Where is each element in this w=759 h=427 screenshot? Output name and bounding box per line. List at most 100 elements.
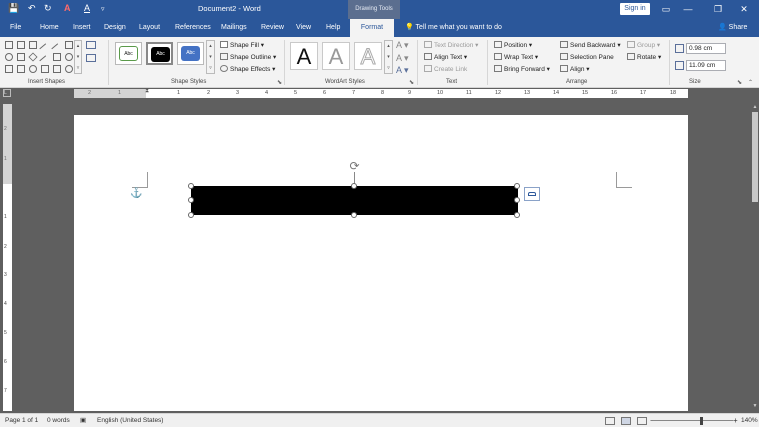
ribbon-display-icon[interactable]: ▭ bbox=[656, 2, 676, 16]
wordart-style-black[interactable]: A bbox=[290, 42, 318, 70]
word-count[interactable]: 0 words bbox=[47, 414, 70, 427]
shape-width-input[interactable]: 11.09 cm bbox=[686, 60, 726, 71]
shape-style-black[interactable]: Abc bbox=[146, 42, 173, 65]
shape-style-blue[interactable]: Abc bbox=[177, 42, 204, 65]
save-icon[interactable]: 💾 bbox=[8, 3, 19, 14]
close-button[interactable]: ✕ bbox=[734, 2, 754, 16]
tab-help[interactable]: Help bbox=[326, 19, 340, 37]
customize-qat-icon[interactable]: ▿ bbox=[101, 5, 105, 13]
wordart-style-gray[interactable]: A bbox=[322, 42, 350, 70]
shape-fill-button[interactable]: Shape Fill ▾ bbox=[220, 41, 264, 49]
text-outline-icon[interactable]: A ▾ bbox=[396, 53, 409, 64]
zoom-slider-thumb[interactable] bbox=[700, 417, 703, 425]
layout-options-icon[interactable] bbox=[524, 187, 540, 201]
shape-rectangle-icon[interactable] bbox=[65, 41, 73, 49]
create-link-button[interactable]: Create Link bbox=[424, 65, 467, 73]
shape-line-icon[interactable] bbox=[39, 43, 51, 55]
text-direction-button[interactable]: Text Direction ▾ bbox=[424, 41, 478, 49]
shape-textbox-icon[interactable] bbox=[5, 41, 13, 49]
indent-marker[interactable]: ⧗ bbox=[145, 88, 149, 95]
shape-styles-scroll[interactable]: ▴ ▾ ▿ bbox=[206, 40, 215, 74]
text-effects-icon[interactable]: A ▾ bbox=[396, 65, 409, 76]
tab-view[interactable]: View bbox=[296, 19, 311, 37]
rotate-handle-icon[interactable]: ⟳ bbox=[348, 160, 361, 173]
shape-rectangle-icon[interactable] bbox=[53, 53, 61, 61]
edit-shape-icon[interactable] bbox=[86, 41, 96, 49]
wrap-text-button[interactable]: Wrap Text ▾ bbox=[494, 53, 538, 61]
shape-star-icon[interactable] bbox=[17, 65, 25, 73]
shape-image-icon[interactable] bbox=[29, 41, 37, 49]
shape-smiley-icon[interactable] bbox=[65, 65, 73, 73]
restore-button[interactable]: ❐ bbox=[708, 2, 728, 16]
resize-handle[interactable] bbox=[188, 183, 194, 189]
proofing-icon[interactable]: ▣ bbox=[80, 414, 86, 427]
dialog-launcher-icon[interactable]: ⬊ bbox=[409, 79, 414, 86]
anchor-icon[interactable]: ⚓ bbox=[130, 188, 142, 199]
print-layout-icon[interactable] bbox=[621, 417, 631, 425]
shape-oval-icon[interactable] bbox=[5, 53, 13, 61]
shape-arrow-icon[interactable] bbox=[5, 65, 13, 73]
shape-rectangle-icon[interactable] bbox=[17, 53, 25, 61]
tab-selector[interactable]: L bbox=[3, 89, 11, 97]
group-button[interactable]: Group ▾ bbox=[627, 41, 660, 49]
scroll-down-icon[interactable]: ▼ bbox=[751, 403, 759, 411]
sign-in-button[interactable]: Sign in bbox=[620, 3, 650, 15]
selection-pane-button[interactable]: Selection Pane bbox=[560, 53, 614, 61]
resize-handle[interactable] bbox=[188, 197, 194, 203]
text-box-icon[interactable] bbox=[86, 54, 96, 62]
shapes-scroll[interactable]: ▴ ▾ ▿ bbox=[74, 40, 82, 74]
resize-handle[interactable] bbox=[351, 212, 357, 218]
tab-design[interactable]: Design bbox=[104, 19, 126, 37]
selected-rectangle-shape[interactable] bbox=[191, 186, 518, 215]
web-layout-icon[interactable] bbox=[637, 417, 647, 425]
shape-brace-icon[interactable] bbox=[53, 65, 61, 73]
resize-handle[interactable] bbox=[514, 212, 520, 218]
shape-effects-button[interactable]: Shape Effects ▾ bbox=[220, 65, 275, 73]
align-text-button[interactable]: Align Text ▾ bbox=[424, 53, 467, 61]
shapes-gallery[interactable] bbox=[5, 41, 83, 75]
shape-height-input[interactable]: 0.98 cm bbox=[686, 43, 726, 54]
zoom-in-button[interactable]: + bbox=[733, 414, 738, 427]
tab-review[interactable]: Review bbox=[261, 19, 284, 37]
language-indicator[interactable]: English (United States) bbox=[97, 414, 163, 427]
tab-home[interactable]: Home bbox=[40, 19, 59, 37]
tab-file[interactable]: File bbox=[10, 19, 21, 37]
share-button[interactable]: 👤 Share bbox=[718, 19, 747, 37]
zoom-level[interactable]: 140% bbox=[741, 414, 758, 427]
minimize-button[interactable]: — bbox=[678, 2, 698, 16]
bring-forward-button[interactable]: Bring Forward ▾ bbox=[494, 65, 550, 73]
align-button[interactable]: Align ▾ bbox=[560, 65, 590, 73]
rotate-button[interactable]: Rotate ▾ bbox=[627, 53, 661, 61]
resize-handle[interactable] bbox=[188, 212, 194, 218]
undo-icon[interactable]: ↶ bbox=[28, 3, 36, 14]
tab-references[interactable]: References bbox=[175, 19, 211, 37]
tab-insert[interactable]: Insert bbox=[73, 19, 91, 37]
position-button[interactable]: Position ▾ bbox=[494, 41, 532, 49]
wordart-scroll[interactable]: ▴ ▾ ▿ bbox=[384, 40, 393, 74]
resize-handle[interactable] bbox=[514, 183, 520, 189]
zoom-slider[interactable] bbox=[653, 420, 733, 421]
resize-handle[interactable] bbox=[514, 197, 520, 203]
document-page[interactable] bbox=[74, 115, 688, 411]
read-mode-icon[interactable] bbox=[605, 417, 615, 425]
shape-outline-button[interactable]: Shape Outline ▾ bbox=[220, 53, 276, 61]
shape-circle-icon[interactable] bbox=[65, 53, 73, 61]
dialog-launcher-icon[interactable]: ⬊ bbox=[737, 79, 742, 86]
shape-bracket-icon[interactable] bbox=[41, 65, 49, 73]
collapse-ribbon-icon[interactable]: ⌃ bbox=[748, 79, 753, 86]
page-count[interactable]: Page 1 of 1 bbox=[5, 414, 38, 427]
scrollbar-thumb[interactable] bbox=[752, 112, 758, 202]
shape-callout-icon[interactable] bbox=[29, 65, 37, 73]
highlight-icon[interactable]: A bbox=[84, 3, 90, 13]
tab-format[interactable]: Format bbox=[350, 19, 394, 37]
dialog-launcher-icon[interactable]: ⬊ bbox=[277, 79, 282, 86]
shape-diamond-icon[interactable] bbox=[28, 52, 38, 62]
font-color-icon[interactable]: A bbox=[64, 3, 71, 13]
shape-style-outline[interactable]: Abc bbox=[115, 42, 142, 65]
tab-layout[interactable]: Layout bbox=[139, 19, 160, 37]
horizontal-ruler[interactable]: 2 1 1 2 3 4 5 6 7 8 9 10 11 12 13 14 15 … bbox=[74, 89, 688, 98]
scroll-up-icon[interactable]: ▲ bbox=[751, 104, 759, 112]
resize-handle[interactable] bbox=[351, 183, 357, 189]
redo-icon[interactable]: ↻ bbox=[44, 3, 52, 14]
send-backward-button[interactable]: Send Backward ▾ bbox=[560, 41, 621, 49]
